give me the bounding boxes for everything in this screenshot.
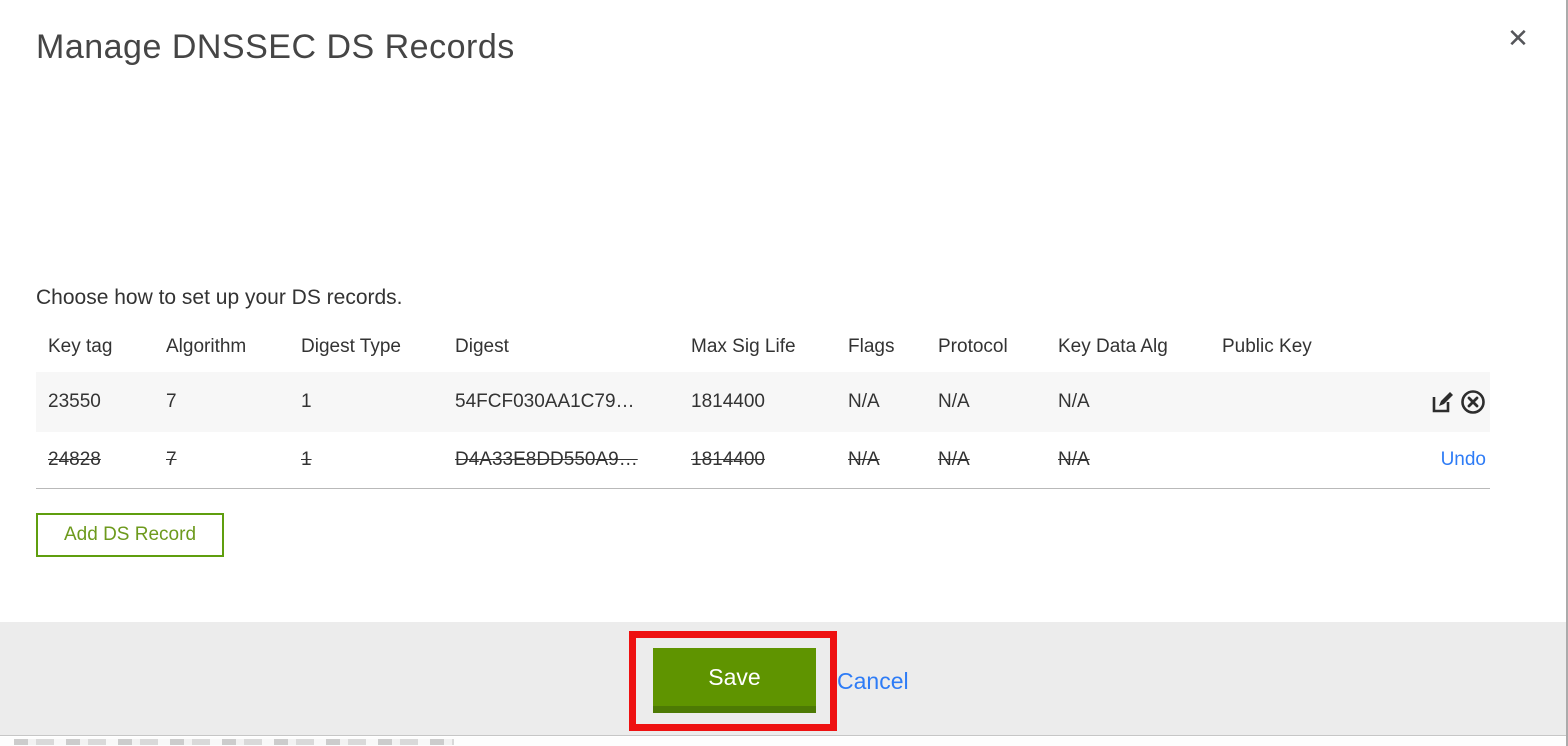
cell-public-key bbox=[1210, 372, 1368, 432]
cell-flags: N/A bbox=[836, 372, 926, 432]
cell-actions: Undo bbox=[1368, 432, 1490, 489]
cell-key-tag: 24828 bbox=[36, 432, 154, 489]
cell-key-tag: 23550 bbox=[36, 372, 154, 432]
col-key-data-alg: Key Data Alg bbox=[1058, 336, 1168, 357]
cell-public-key bbox=[1210, 432, 1368, 489]
cell-algorithm: 7 bbox=[154, 432, 289, 489]
cancel-link[interactable]: Cancel bbox=[837, 668, 909, 695]
page-content-peek bbox=[0, 737, 1566, 746]
cell-actions bbox=[1368, 372, 1490, 432]
col-digest: Digest bbox=[455, 336, 509, 357]
cell-max-sig-life: 1814400 bbox=[679, 432, 836, 489]
cell-digest-type: 1 bbox=[289, 372, 443, 432]
table-row: 24828 7 1 D4A33E8DD550A9… 1814400 N/A N/… bbox=[36, 432, 1490, 489]
cell-key-data-alg: N/A bbox=[1046, 372, 1210, 432]
redacted-domain-name bbox=[36, 224, 386, 256]
col-max-sig-life: Max Sig Life bbox=[691, 336, 796, 357]
instruction-text: Choose how to set up your DS records. bbox=[36, 286, 403, 309]
col-digest-type: Digest Type bbox=[301, 336, 401, 357]
cell-max-sig-life: 1814400 bbox=[679, 372, 836, 432]
save-button[interactable]: Save bbox=[653, 648, 816, 713]
cell-protocol: N/A bbox=[926, 372, 1046, 432]
cell-protocol: N/A bbox=[926, 432, 1046, 489]
col-flags: Flags bbox=[848, 336, 895, 357]
add-ds-record-button[interactable]: Add DS Record bbox=[36, 513, 225, 557]
undo-link[interactable]: Undo bbox=[1441, 449, 1486, 470]
delete-icon[interactable] bbox=[1460, 389, 1486, 415]
dnssec-modal: Manage DNSSEC DS Records ✕ Choose how to… bbox=[0, 0, 1568, 746]
ds-records-table: Key tag Algorithm Digest Type Digest Max… bbox=[36, 328, 1490, 489]
col-protocol: Protocol bbox=[938, 336, 1008, 357]
col-public-key: Public Key bbox=[1222, 336, 1312, 357]
close-icon[interactable]: ✕ bbox=[1500, 20, 1536, 56]
col-actions bbox=[1368, 328, 1490, 372]
cell-algorithm: 7 bbox=[154, 372, 289, 432]
col-key-tag: Key tag bbox=[48, 336, 113, 357]
page-title: Manage DNSSEC DS Records bbox=[36, 28, 515, 66]
col-algorithm: Algorithm bbox=[166, 336, 247, 357]
cell-flags: N/A bbox=[836, 432, 926, 489]
table-row: 23550 7 1 54FCF030AA1C79… 1814400 N/A N/… bbox=[36, 372, 1490, 432]
cell-digest: D4A33E8DD550A9… bbox=[443, 432, 679, 489]
cell-digest-type: 1 bbox=[289, 432, 443, 489]
table-header-row: Key tag Algorithm Digest Type Digest Max… bbox=[36, 328, 1490, 372]
edit-icon[interactable] bbox=[1429, 389, 1455, 415]
cell-key-data-alg: N/A bbox=[1046, 432, 1210, 489]
cell-digest: 54FCF030AA1C79… bbox=[443, 372, 679, 432]
